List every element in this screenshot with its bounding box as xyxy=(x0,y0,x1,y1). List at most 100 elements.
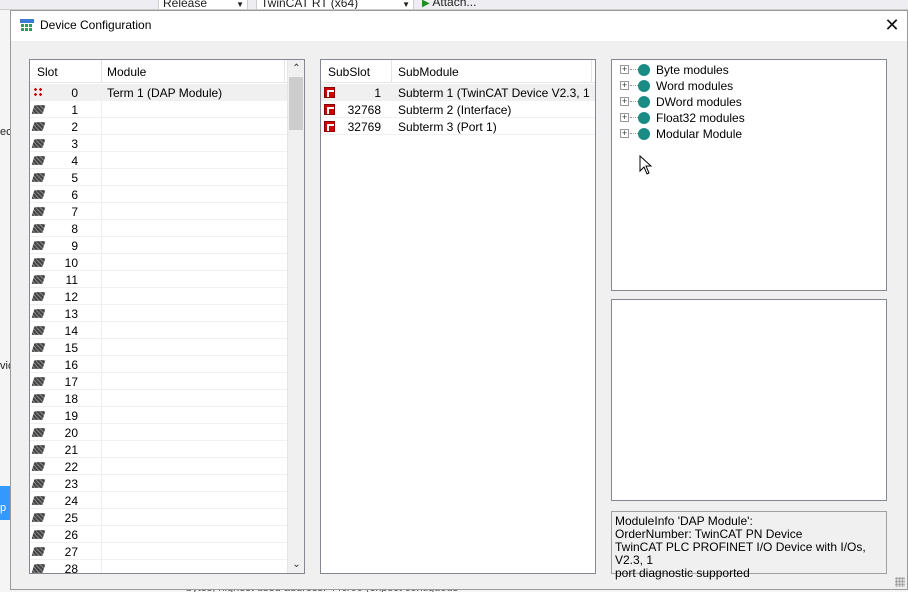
table-row[interactable]: 10 xyxy=(30,254,288,271)
table-row[interactable]: 7 xyxy=(30,203,288,220)
module-cell[interactable] xyxy=(101,475,285,492)
table-row[interactable]: 19 xyxy=(30,407,288,424)
column-header-slot[interactable]: Slot xyxy=(37,65,58,79)
module-cell[interactable] xyxy=(101,237,285,254)
module-cell[interactable] xyxy=(101,220,285,237)
module-cell[interactable] xyxy=(101,101,285,118)
module-cell[interactable] xyxy=(101,458,285,475)
module-cell[interactable] xyxy=(101,543,285,560)
table-row[interactable]: 16 xyxy=(30,356,288,373)
scroll-up-icon[interactable]: ⌃ xyxy=(288,60,304,77)
slot-number: 9 xyxy=(71,239,78,253)
module-cell[interactable] xyxy=(101,135,285,152)
table-row[interactable]: 26 xyxy=(30,526,288,543)
expand-icon[interactable]: + xyxy=(620,65,629,74)
module-cell[interactable] xyxy=(101,526,285,543)
expand-icon[interactable]: + xyxy=(620,81,629,90)
module-info-box: ModuleInfo 'DAP Module': OrderNumber: Tw… xyxy=(611,511,887,580)
attach-button[interactable]: ▶ Attach... xyxy=(418,0,504,9)
table-row[interactable]: 20 xyxy=(30,424,288,441)
module-cell[interactable] xyxy=(101,152,285,169)
expand-icon[interactable]: + xyxy=(620,113,629,122)
table-row[interactable]: 32769 Subterm 3 (Port 1) xyxy=(321,118,595,135)
table-row[interactable]: 28 xyxy=(30,560,288,573)
dap-module-icon xyxy=(33,87,44,98)
slot-list[interactable]: Slot Module 0 Term 1 (DAP Module) 1 2 3 4 5 6 7 8… xyxy=(29,59,305,574)
module-cell[interactable] xyxy=(101,356,285,373)
table-row[interactable]: 6 xyxy=(30,186,288,203)
table-row[interactable]: 1 Subterm 1 (TwinCAT Device V2.3, 1 ... xyxy=(321,84,595,101)
table-row[interactable]: 18 xyxy=(30,390,288,407)
tree-node[interactable]: + Byte modules xyxy=(620,62,870,78)
scroll-thumb[interactable] xyxy=(289,77,303,130)
module-cell[interactable] xyxy=(101,373,285,390)
module-cell[interactable] xyxy=(101,560,285,573)
module-cell[interactable] xyxy=(101,424,285,441)
platform-combo[interactable]: TwinCAT RT (x64) ▼ xyxy=(256,0,414,9)
tree-node[interactable]: + Modular Module xyxy=(620,126,870,142)
table-row[interactable]: 32768 Subterm 2 (Interface) xyxy=(321,101,595,118)
module-cell[interactable] xyxy=(101,305,285,322)
empty-slot-icon xyxy=(31,275,46,284)
table-row[interactable]: 2 xyxy=(30,118,288,135)
build-config-combo[interactable]: Release ▼ xyxy=(158,0,248,9)
table-row[interactable]: 12 xyxy=(30,288,288,305)
slot-number: 18 xyxy=(64,392,78,406)
module-cell[interactable] xyxy=(101,509,285,526)
table-row[interactable]: 25 xyxy=(30,509,288,526)
module-cell[interactable] xyxy=(101,390,285,407)
table-row[interactable]: 5 xyxy=(30,169,288,186)
resize-grip-icon[interactable] xyxy=(895,577,905,587)
module-cell[interactable] xyxy=(101,407,285,424)
tree-node[interactable]: + Word modules xyxy=(620,78,870,94)
module-group-icon xyxy=(638,64,650,76)
module-cell[interactable] xyxy=(101,254,285,271)
column-header-subslot[interactable]: SubSlot xyxy=(328,65,370,79)
column-header-module[interactable]: Module xyxy=(107,65,146,79)
table-row[interactable]: 27 xyxy=(30,543,288,560)
table-row[interactable]: 1 xyxy=(30,101,288,118)
slot-list-scrollbar[interactable]: ⌃ ⌄ xyxy=(287,60,304,573)
scroll-down-icon[interactable]: ⌄ xyxy=(288,556,304,573)
module-cell[interactable] xyxy=(101,441,285,458)
module-cell[interactable] xyxy=(101,492,285,509)
subslot-number: 32769 xyxy=(347,120,381,134)
module-catalog-tree[interactable]: + Byte modules + Word modules + DWord modules… xyxy=(611,59,887,291)
left-pane-text: vic xyxy=(0,360,10,372)
table-row[interactable]: 13 xyxy=(30,305,288,322)
table-row[interactable]: 17 xyxy=(30,373,288,390)
table-row[interactable]: 21 xyxy=(30,441,288,458)
subslot-list[interactable]: SubSlot SubModule 1 Subterm 1 (TwinCAT De… xyxy=(320,59,596,574)
module-cell[interactable] xyxy=(101,118,285,135)
table-row[interactable]: 9 xyxy=(30,237,288,254)
table-row[interactable]: 11 xyxy=(30,271,288,288)
module-cell[interactable] xyxy=(101,186,285,203)
submodule-icon xyxy=(324,87,335,98)
module-cell[interactable] xyxy=(101,203,285,220)
tree-node[interactable]: + DWord modules xyxy=(620,94,870,110)
module-cell[interactable] xyxy=(101,169,285,186)
slot-number: 16 xyxy=(64,358,78,372)
expand-icon[interactable]: + xyxy=(620,129,629,138)
table-row[interactable]: 23 xyxy=(30,475,288,492)
module-cell[interactable] xyxy=(101,322,285,339)
table-row[interactable]: 4 xyxy=(30,152,288,169)
table-row[interactable]: 15 xyxy=(30,339,288,356)
table-row[interactable]: 14 xyxy=(30,322,288,339)
expand-icon[interactable]: + xyxy=(620,97,629,106)
subslot-rows: 1 Subterm 1 (TwinCAT Device V2.3, 1 ... 32… xyxy=(321,84,595,135)
table-row[interactable]: 24 xyxy=(30,492,288,509)
module-cell[interactable] xyxy=(101,288,285,305)
mouse-cursor-icon xyxy=(639,155,653,175)
table-row[interactable]: 22 xyxy=(30,458,288,475)
module-cell[interactable] xyxy=(101,271,285,288)
table-row[interactable]: 3 xyxy=(30,135,288,152)
module-group-icon xyxy=(638,112,650,124)
column-header-submodule[interactable]: SubModule xyxy=(398,65,459,79)
slot-number: 27 xyxy=(64,545,78,559)
table-row[interactable]: 0 Term 1 (DAP Module) xyxy=(30,84,288,101)
module-cell[interactable] xyxy=(101,339,285,356)
tree-node[interactable]: + Float32 modules xyxy=(620,110,870,126)
table-row[interactable]: 8 xyxy=(30,220,288,237)
close-button[interactable]: ✕ xyxy=(877,11,907,41)
